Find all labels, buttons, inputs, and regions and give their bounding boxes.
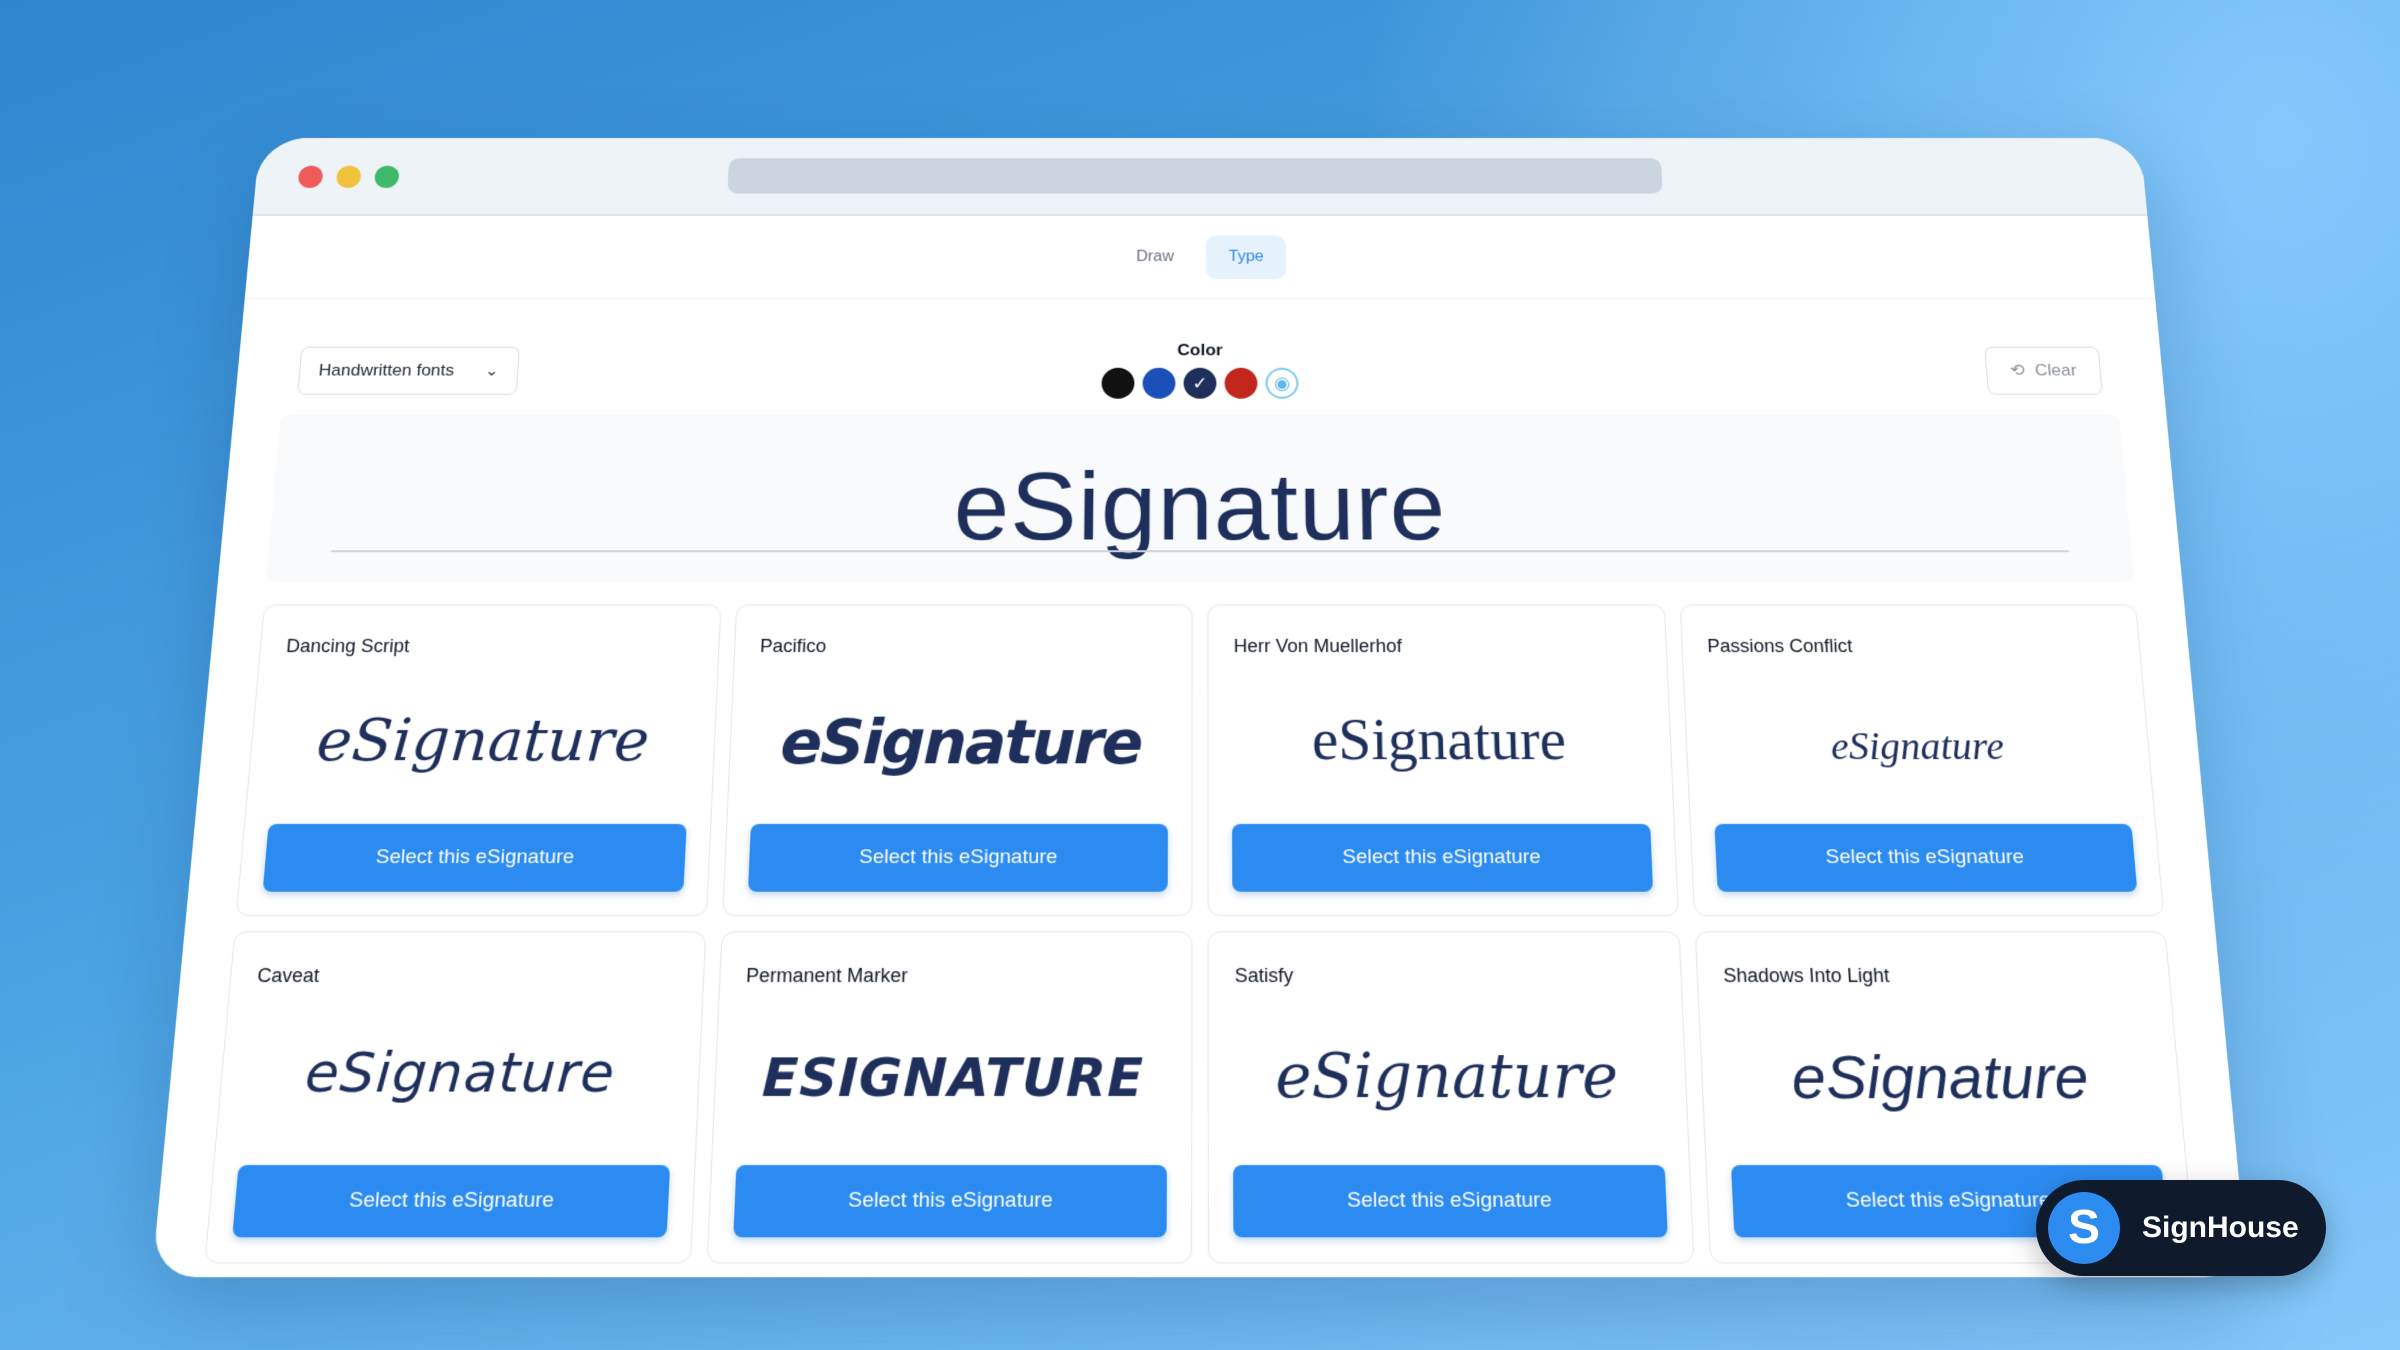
check-icon: ✓ <box>1192 373 1208 393</box>
select-signature-button[interactable]: Select this eSignature <box>747 823 1168 892</box>
font-category-select[interactable]: Handwritten fonts ⌄ <box>297 346 520 395</box>
palette-icon[interactable]: ◉ <box>1265 367 1299 399</box>
font-card-sample: eSignature <box>779 707 1142 778</box>
window-maximize-dot[interactable] <box>373 165 400 188</box>
signature-preview-text: eSignature <box>952 454 1448 561</box>
select-signature-button[interactable]: Select this eSignature <box>1232 823 1653 892</box>
font-card: Satisfy eSignature Select this eSignatur… <box>1207 931 1694 1264</box>
signhouse-logo-icon: S <box>2048 1192 2120 1264</box>
color-swatch-blue[interactable] <box>1142 367 1176 399</box>
font-card-sample: eSignature <box>1829 724 2006 769</box>
font-card: Caveat eSignature Select this eSignature <box>204 931 706 1264</box>
color-label: Color <box>1177 340 1223 360</box>
clear-button[interactable]: ⟲ Clear <box>1984 346 2103 395</box>
signature-baseline <box>331 550 2069 553</box>
select-signature-button[interactable]: Select this eSignature <box>262 823 687 892</box>
font-card-title: Dancing Script <box>285 635 411 657</box>
signhouse-brand-badge: S SignHouse <box>2036 1180 2326 1276</box>
chevron-down-icon: ⌄ <box>484 362 500 380</box>
font-card-title: Pacifico <box>759 635 827 657</box>
font-options-grid: Dancing Script eSignature Select this eS… <box>204 604 2196 1264</box>
font-card-sample: eSignature <box>1789 1041 2092 1112</box>
signature-mode-tabs: Draw Type <box>244 215 2156 299</box>
color-swatches: ✓ ◉ <box>1101 367 1299 399</box>
stage: Draw Type Handwritten fonts ⌄ Color ✓ ◉ <box>0 0 2400 1350</box>
tab-type[interactable]: Type <box>1206 235 1287 279</box>
window-close-dot[interactable] <box>297 165 324 188</box>
brand-name: SignHouse <box>2142 1211 2299 1244</box>
browser-window: Draw Type Handwritten fonts ⌄ Color ✓ ◉ <box>151 138 2249 1278</box>
font-card-sample: eSignature <box>302 1040 618 1105</box>
signature-toolbar: Handwritten fonts ⌄ Color ✓ ◉ ⟲ Clear <box>236 299 2165 399</box>
font-category-value: Handwritten fonts <box>317 361 455 380</box>
select-signature-button[interactable]: Select this eSignature <box>1713 823 2138 892</box>
clear-label: Clear <box>2034 361 2078 380</box>
window-minimize-dot[interactable] <box>335 165 362 188</box>
font-card: Permanent Marker ESIGNATURE Select this … <box>706 931 1193 1264</box>
font-card-title: Shadows Into Light <box>1722 964 1891 987</box>
tab-draw[interactable]: Draw <box>1114 235 1197 278</box>
font-card-sample: eSignature <box>314 707 651 775</box>
font-card-title: Passions Conflict <box>1706 635 1854 657</box>
color-picker: Color ✓ ◉ <box>1101 340 1299 399</box>
font-card-title: Herr Von Muellerhof <box>1233 635 1403 657</box>
font-card-title: Caveat <box>256 964 321 987</box>
font-card: Passions Conflict eSignature Select this… <box>1679 604 2165 917</box>
select-signature-button[interactable]: Select this eSignature <box>732 1165 1167 1238</box>
font-card-sample: eSignature <box>1274 1040 1620 1113</box>
color-swatch-black[interactable] <box>1101 367 1135 399</box>
font-card-title: Satisfy <box>1234 964 1294 987</box>
font-card: Dancing Script eSignature Select this eS… <box>235 604 721 917</box>
color-swatch-red[interactable] <box>1224 367 1258 399</box>
font-card-title: Permanent Marker <box>745 964 909 987</box>
signature-preview[interactable]: eSignature <box>265 414 2135 583</box>
address-bar[interactable] <box>727 158 1663 194</box>
select-signature-button[interactable]: Select this eSignature <box>1233 1165 1668 1238</box>
browser-titlebar <box>252 138 2148 216</box>
font-card-sample: ESIGNATURE <box>761 1047 1145 1110</box>
color-swatch-navy[interactable]: ✓ <box>1183 367 1217 399</box>
select-signature-button[interactable]: Select this eSignature <box>232 1165 670 1238</box>
font-card: Herr Von Muellerhof eSignature Select th… <box>1207 604 1679 917</box>
font-card: Pacifico eSignature Select this eSignatu… <box>721 604 1193 917</box>
eraser-icon: ⟲ <box>2009 361 2026 380</box>
font-card-sample: eSignature <box>1311 708 1568 773</box>
